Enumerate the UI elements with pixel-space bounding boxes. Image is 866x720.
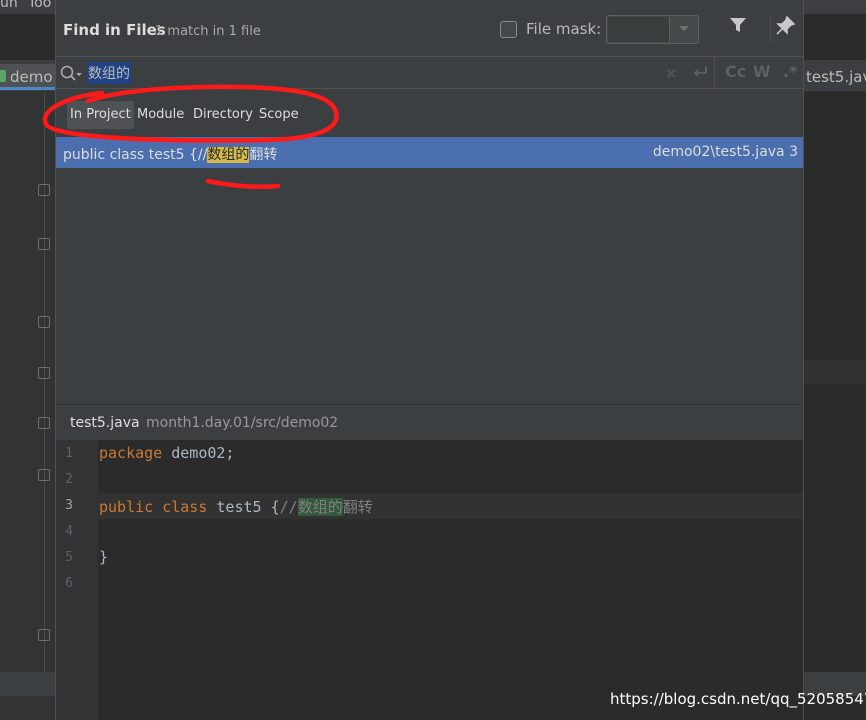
keyword: class [162,498,208,516]
module-icon [0,70,6,82]
preview-file-name: test5.java [70,415,140,431]
search-bar: 数组的 ✕ Cc W .* [56,56,803,89]
line-number: 2 [65,472,73,487]
comment: // [279,498,298,516]
find-in-files-popup: Find in Files 1 match in 1 file File mas… [55,0,804,720]
search-options: Cc W .* [714,57,797,88]
search-icon[interactable] [59,64,83,86]
popup-title: Find in Files [63,21,166,39]
fold-marker-icon[interactable] [38,238,50,250]
popup-header: Find in Files 1 match in 1 file File mas… [56,0,803,56]
scope-tabs: In Project Module Directory Scope [56,89,803,137]
result-suffix: 翻转 [249,147,278,163]
regex-toggle[interactable]: .* [783,62,797,81]
editor-tab-test5[interactable]: test5.java [803,64,866,90]
scope-module[interactable]: Module [134,101,187,129]
pin-icon [776,15,796,35]
scope-in-project[interactable]: In Project [67,101,134,129]
code-text: test5 { [207,498,280,516]
filter-icon [730,18,746,32]
result-match: 数组的 [207,147,250,163]
results-list: public class test5 {//数组的翻转 demo02\test5… [56,137,803,404]
comment: 翻转 [342,498,373,516]
scope-custom[interactable]: Scope [256,101,302,129]
result-text: public class test5 {//数组的翻转 [63,144,277,164]
preview-file-path: month1.day.01/src/demo02 [146,415,339,431]
code-line-3: public class test5 {//数组的翻转 [99,496,373,517]
code-line-5: } [99,548,108,566]
line-number: 1 [65,446,73,461]
watermark: https://blog.csdn.net/qq_52058547 [610,690,866,708]
file-mask-label: File mask: [526,20,602,38]
keyword: public [99,498,154,516]
editor-tab-demo[interactable]: demo [0,64,56,90]
fold-marker-icon[interactable] [38,469,50,481]
file-mask-checkbox[interactable] [500,21,517,38]
scope-directory[interactable]: Directory [190,101,256,129]
editor-tab-label: test5.java [806,68,866,86]
new-line-icon[interactable] [692,63,708,83]
fold-marker-icon[interactable] [38,184,50,196]
preview-header: test5.java month1.day.01/src/demo02 [56,404,803,440]
indent-guide [44,92,45,672]
clear-search-icon[interactable]: ✕ [665,65,678,83]
line-number: 6 [65,576,73,591]
match-count: 1 match in 1 file [155,24,261,39]
search-input[interactable]: 数组的 [87,62,131,84]
fold-marker-icon[interactable] [38,417,50,429]
pin-button[interactable] [770,15,796,42]
fold-marker-icon[interactable] [38,316,50,328]
background-highlight-line [803,360,866,384]
line-number: 5 [65,550,73,565]
keyword: package [99,444,163,462]
code-text: } [99,548,109,566]
line-number-gutter: 1 2 3 4 5 6 [56,440,98,720]
code-preview[interactable]: 1 2 3 4 5 6 package demo02; public class… [56,440,803,720]
result-row[interactable]: public class test5 {//数组的翻转 demo02\test5… [56,137,803,168]
file-mask-input[interactable] [608,17,669,42]
comment-match: 数组的 [297,498,343,516]
menu-run[interactable]: un [0,0,18,11]
fold-marker-icon[interactable] [38,367,50,379]
file-mask-combo[interactable] [606,15,699,44]
menu-tools[interactable]: Too [28,0,51,11]
result-location: demo02\test5.java 3 [652,144,798,160]
line-number: 4 [65,524,73,539]
whole-words-toggle[interactable]: W [753,62,771,81]
result-prefix: public class test5 {// [63,147,208,163]
chevron-down-icon[interactable] [669,17,697,42]
editor-tab-label: demo [10,68,53,86]
code-text: demo02; [162,444,235,462]
filter-button[interactable] [729,16,755,42]
fold-marker-icon[interactable] [38,629,50,641]
match-case-toggle[interactable]: Cc [725,62,746,81]
code-line-1: package demo02; [99,444,234,462]
line-number: 3 [65,498,73,513]
